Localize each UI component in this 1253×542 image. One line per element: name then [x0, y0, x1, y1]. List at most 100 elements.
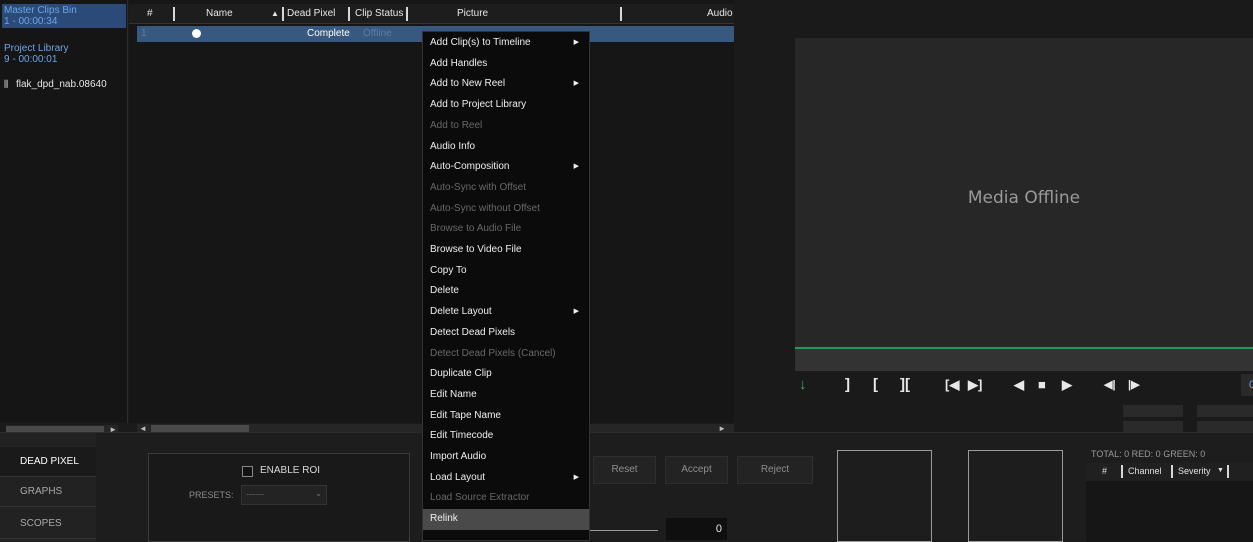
- bin-item-name: Project Library: [4, 43, 69, 54]
- submenu-arrow-icon: ▶: [573, 308, 579, 316]
- column-header-dead-pixel[interactable]: Dead Pixel: [287, 8, 335, 19]
- column-header-audio[interactable]: Audio: [707, 8, 733, 19]
- column-header-picture[interactable]: Picture: [457, 8, 488, 19]
- menu-item-add-clips-to-timeline[interactable]: Add Clip(s) to Timeline ▶: [423, 33, 589, 54]
- column-separator[interactable]: [620, 7, 622, 21]
- column-separator[interactable]: [173, 7, 175, 21]
- viewer-panel: Media Offline ↓ ] [ ][ [◀ ▶] ◀ ■ ▶ ◀| |▶…: [734, 0, 1253, 433]
- mark-out-button[interactable]: ]: [845, 374, 850, 396]
- viewer-field-box[interactable]: [1197, 405, 1253, 417]
- menu-item-label: Add Handles: [430, 57, 488, 69]
- bin-item-project-library[interactable]: Project Library 9 - 00:00:01: [2, 42, 126, 66]
- menu-item-label: Add to Reel: [430, 119, 483, 131]
- stats-table: # Channel Severity ▼: [1086, 463, 1253, 542]
- menu-item-label: Edit Timecode: [430, 430, 494, 442]
- menu-item-duplicate-clip[interactable]: Duplicate Clip: [423, 364, 589, 385]
- menu-item-import-audio[interactable]: Import Audio: [423, 447, 589, 468]
- step-forward-button[interactable]: |▶: [1128, 374, 1140, 396]
- menu-item-detect-dead-pixels[interactable]: Detect Dead Pixels: [423, 323, 589, 344]
- download-arrow-icon[interactable]: ↓: [799, 374, 807, 396]
- status-dot-icon: [192, 29, 201, 38]
- menu-item-copy-to[interactable]: Copy To: [423, 261, 589, 282]
- menu-item-auto-sync-without-offset[interactable]: Auto-Sync without Offset: [423, 199, 589, 220]
- menu-item-label: Edit Tape Name: [430, 409, 501, 421]
- presets-value: ------: [246, 489, 264, 499]
- timecode-display[interactable]: 01:00:00:0: [1241, 374, 1253, 396]
- column-header-severity[interactable]: Severity: [1178, 466, 1211, 476]
- menu-item-edit-timecode[interactable]: Edit Timecode: [423, 426, 589, 447]
- enable-roi-label: ENABLE ROI: [260, 465, 321, 476]
- bin-item-master-clips[interactable]: Master Clips Bin 1 - 00:00:34: [2, 4, 126, 28]
- menu-item-label: Copy To: [430, 264, 467, 276]
- accept-button[interactable]: Accept: [665, 456, 728, 484]
- menu-item-label: Import Audio: [430, 451, 487, 462]
- menu-item-delete[interactable]: Delete: [423, 281, 589, 302]
- bottom-panel: DEAD PIXEL GRAPHS SCOPES ENABLE ROI PRES…: [0, 432, 1253, 542]
- reset-button[interactable]: Reset: [593, 456, 656, 484]
- reject-button[interactable]: Reject: [737, 456, 813, 484]
- menu-item-load-layout[interactable]: Load Layout ▶: [423, 468, 589, 489]
- threshold-value[interactable]: 0: [666, 518, 727, 540]
- menu-item-load-source-extractor[interactable]: Load Source Extractor: [423, 488, 589, 509]
- side-tabs: DEAD PIXEL GRAPHS SCOPES: [0, 433, 96, 542]
- menu-item-audio-info[interactable]: Audio Info: [423, 137, 589, 158]
- row-index: 1: [141, 28, 147, 39]
- column-separator[interactable]: [1171, 465, 1173, 478]
- mark-in-button[interactable]: [: [873, 374, 878, 396]
- menu-item-edit-tape-name[interactable]: Edit Tape Name: [423, 406, 589, 427]
- play-forward-button[interactable]: ▶: [1062, 374, 1072, 396]
- menu-item-edit-name[interactable]: Edit Name: [423, 385, 589, 406]
- preview-box: [968, 450, 1063, 542]
- enable-roi-checkbox[interactable]: [242, 466, 253, 477]
- stop-button[interactable]: ■: [1038, 374, 1046, 396]
- menu-item-auto-composition[interactable]: Auto-Composition ▶: [423, 157, 589, 178]
- preview-box: [837, 450, 932, 542]
- row-dead-pixel: Complete: [307, 28, 350, 39]
- presets-select[interactable]: ------ ⌄: [241, 485, 327, 505]
- menu-item-add-handles[interactable]: Add Handles: [423, 54, 589, 75]
- column-header-clip-status[interactable]: Clip Status: [355, 8, 403, 19]
- submenu-arrow-icon: ▶: [573, 473, 579, 481]
- menu-item-auto-sync-with-offset[interactable]: Auto-Sync with Offset: [423, 178, 589, 199]
- menu-item-label: Delete: [430, 285, 459, 297]
- menu-item-label: Auto-Sync without Offset: [430, 202, 540, 214]
- column-header-channel[interactable]: Channel: [1128, 466, 1162, 476]
- column-separator[interactable]: [348, 7, 350, 21]
- go-to-out-button[interactable]: ▶]: [968, 374, 982, 396]
- threshold-slider[interactable]: [590, 530, 658, 531]
- menu-item-browse-to-audio-file[interactable]: Browse to Audio File: [423, 219, 589, 240]
- timeline-scrubber[interactable]: [795, 347, 1253, 371]
- column-header-name[interactable]: Name: [206, 8, 233, 19]
- column-separator[interactable]: [406, 7, 408, 21]
- column-separator[interactable]: [1227, 465, 1229, 478]
- step-back-button[interactable]: ◀|: [1104, 374, 1116, 396]
- column-separator[interactable]: [282, 7, 284, 21]
- viewer-screen[interactable]: Media Offline: [795, 38, 1253, 347]
- tab-dead-pixel[interactable]: DEAD PIXEL: [0, 447, 96, 477]
- viewer-field-box[interactable]: [1123, 405, 1183, 417]
- bin-item-name: flak_dpd_nab.08640: [16, 79, 107, 90]
- menu-item-label: Auto-Sync with Offset: [430, 181, 526, 193]
- column-header-index[interactable]: #: [1102, 466, 1107, 476]
- menu-item-add-to-project-library[interactable]: Add to Project Library: [423, 95, 589, 116]
- bin-item-file[interactable]: ⫼ flak_dpd_nab.08640: [2, 78, 126, 91]
- menu-item-label: Duplicate Clip: [430, 368, 492, 380]
- go-to-in-button[interactable]: [◀: [945, 374, 959, 396]
- menu-item-browse-to-video-file[interactable]: Browse to Video File: [423, 240, 589, 261]
- menu-item-add-to-new-reel[interactable]: Add to New Reel ▶: [423, 74, 589, 95]
- menu-item-label: Add to Project Library: [430, 99, 527, 111]
- mark-clip-button[interactable]: ][: [900, 374, 910, 396]
- menu-item-add-to-reel[interactable]: Add to Reel: [423, 116, 589, 137]
- film-strip-icon: ⫼: [4, 79, 9, 89]
- column-header-index[interactable]: #: [147, 8, 153, 19]
- menu-item-relink[interactable]: Relink: [423, 509, 589, 530]
- menu-item-detect-dead-pixels-cancel[interactable]: Detect Dead Pixels (Cancel): [423, 344, 589, 365]
- tab-scopes[interactable]: SCOPES: [0, 509, 96, 539]
- menu-item-delete-layout[interactable]: Delete Layout ▶: [423, 302, 589, 323]
- column-separator[interactable]: [1121, 465, 1123, 478]
- play-reverse-button[interactable]: ◀: [1014, 374, 1024, 396]
- bin-item-name: Master Clips Bin: [4, 5, 77, 16]
- menu-item-label: Add to New Reel: [430, 78, 506, 90]
- bin-item-count: 1 - 00:00:34: [4, 16, 58, 27]
- tab-graphs[interactable]: GRAPHS: [0, 477, 96, 507]
